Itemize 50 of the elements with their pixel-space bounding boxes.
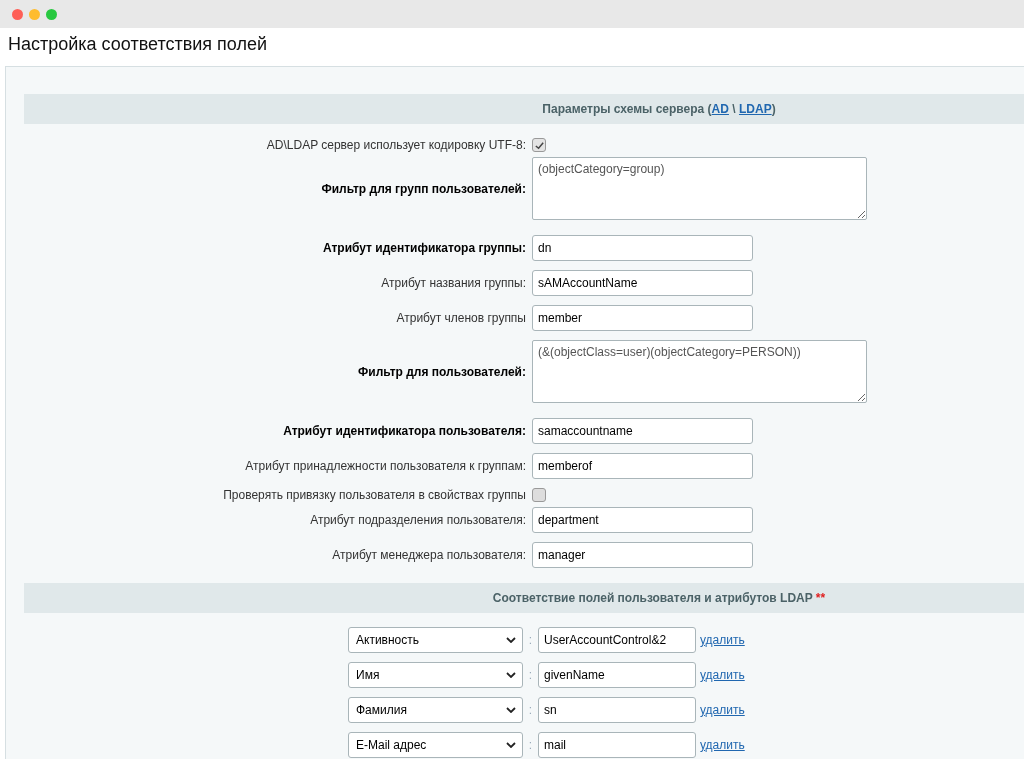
input-field[interactable]: UserAccountControl&2 — [538, 627, 696, 653]
field-label: Атрибут менеджера пользователя: — [331, 548, 527, 562]
section-title: Соответствие полей пользователя и атрибутов LDAP ** — [492, 591, 826, 605]
input-field[interactable]: sn — [538, 697, 696, 723]
input-field[interactable]: sAMAccountName — [532, 270, 753, 296]
input-field[interactable]: memberof — [532, 453, 753, 479]
field-dropdown[interactable]: Фамилия — [348, 697, 523, 723]
delete-link[interactable]: удалить — [700, 633, 745, 647]
field-label: Атрибут членов группы — [395, 311, 527, 325]
filter-textarea[interactable]: (objectCategory=group) — [532, 157, 867, 220]
close-icon[interactable] — [12, 8, 23, 20]
field-dropdown[interactable]: Имя — [348, 662, 523, 688]
field-label: AD\LDAP сервер использует кодировку UTF-8: — [265, 138, 527, 152]
chevron-down-icon — [506, 672, 516, 678]
separator-text: : — [527, 668, 534, 682]
delete-link[interactable]: удалить — [700, 668, 745, 682]
filter-textarea[interactable]: (&(objectClass=user)(objectCategory=PERSON)) — [532, 340, 867, 403]
field-label: Атрибут названия группы: — [380, 276, 527, 290]
input-field[interactable]: manager — [532, 542, 753, 568]
delete-link[interactable]: удалить — [700, 703, 745, 717]
field-label: Атрибут принадлежности пользователя к группам: — [244, 459, 527, 473]
field-label: Атрибут подразделения пользователя: — [309, 513, 527, 527]
separator-text: : — [527, 703, 534, 717]
field-label: Фильтр для групп пользователей: — [320, 181, 527, 196]
minimize-icon[interactable] — [29, 8, 40, 20]
field-dropdown[interactable]: E-Mail адрес — [348, 732, 523, 758]
input-field[interactable]: givenName — [538, 662, 696, 688]
input-field[interactable]: department — [532, 507, 753, 533]
chevron-down-icon — [506, 707, 516, 713]
field-dropdown[interactable]: Активность — [348, 627, 523, 653]
checkbox[interactable] — [532, 488, 546, 502]
chevron-down-icon — [506, 637, 516, 643]
delete-link[interactable]: удалить — [700, 738, 745, 752]
section-link[interactable]: LDAP — [738, 102, 772, 116]
checkbox[interactable] — [532, 138, 546, 152]
section-link[interactable]: AD — [711, 102, 729, 116]
input-field[interactable]: dn — [532, 235, 753, 261]
input-field[interactable]: mail — [538, 732, 696, 758]
field-label: Проверять привязку пользователя в свойствах группы — [222, 488, 527, 502]
chevron-down-icon — [506, 742, 516, 748]
input-field[interactable]: member — [532, 305, 753, 331]
separator-text: : — [527, 738, 534, 752]
separator-text: : — [527, 633, 534, 647]
field-label: Фильтр для пользователей: — [357, 364, 527, 379]
field-label: Атрибут идентификатора группы: — [321, 241, 527, 255]
section-title: Параметры схемы сервера (AD \ LDAP) — [542, 102, 776, 116]
input-field[interactable]: samaccountname — [532, 418, 753, 444]
field-label: Атрибут идентификатора пользователя: — [282, 424, 527, 438]
maximize-icon[interactable] — [46, 8, 57, 20]
page-title: Настройка соответствия полей — [7, 33, 269, 56]
